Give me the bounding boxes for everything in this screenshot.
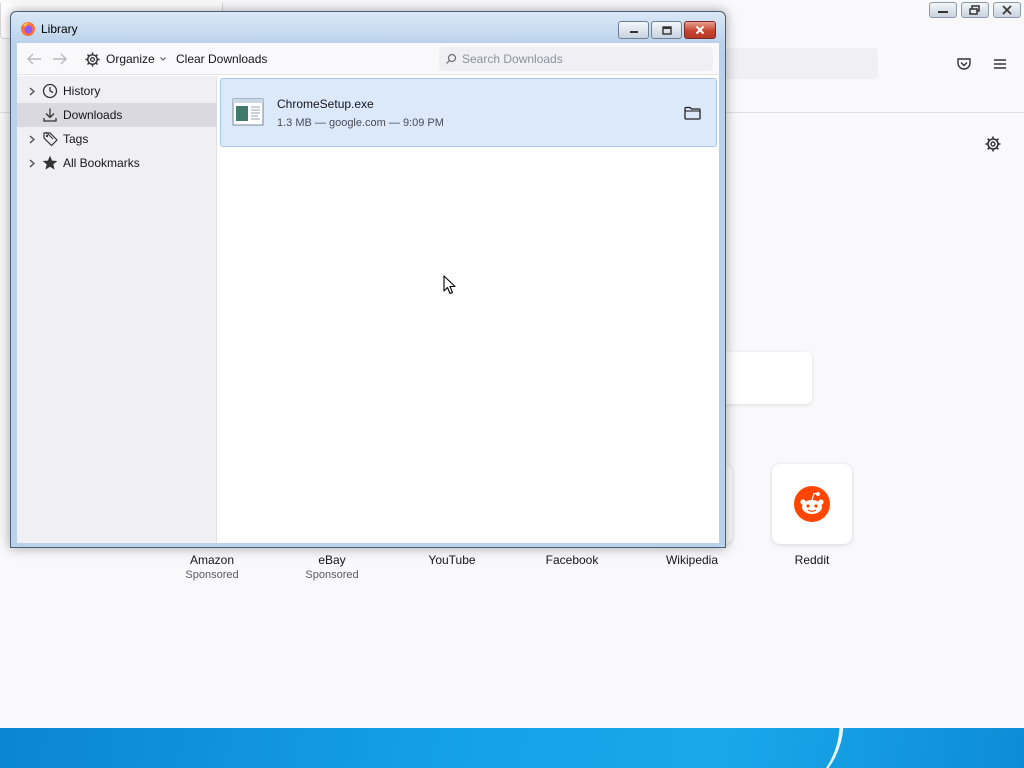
sidebar-item-label: Tags [63, 132, 89, 146]
sidebar-item-history[interactable]: History [17, 79, 217, 103]
restore-icon [969, 5, 980, 15]
top-site-label[interactable]: Amazon [152, 553, 272, 567]
library-window: Library Organize Clear Downloads Search … [10, 11, 726, 548]
close-icon [695, 25, 705, 35]
browser-caption-buttons [929, 2, 1021, 18]
library-sidebar: History Downloads Tags All Bookmarks [17, 76, 217, 543]
hamburger-menu-icon [994, 59, 1006, 69]
gear-icon [85, 51, 100, 67]
pocket-icon [957, 58, 971, 70]
library-minimize-button[interactable] [618, 21, 649, 39]
search-downloads-input[interactable] [462, 52, 702, 66]
sidebar-item-tags[interactable]: Tags [17, 127, 217, 151]
forward-button[interactable] [50, 49, 70, 69]
top-site-sponsored-label: Sponsored [185, 569, 239, 581]
minimize-icon [629, 31, 638, 33]
sidebar-item-label: History [63, 84, 101, 98]
pocket-button[interactable] [955, 55, 973, 73]
close-button[interactable] [993, 2, 1021, 18]
download-details: 1.3 MB — google.com — 9:09 PM [277, 117, 444, 129]
chevron-down-icon [159, 57, 166, 61]
reddit-icon [794, 486, 830, 522]
minimize-icon [938, 11, 948, 13]
show-in-folder-button[interactable] [681, 102, 703, 124]
maximize-icon [661, 25, 672, 35]
back-arrow-icon [27, 53, 41, 65]
top-site-label[interactable]: YouTube [392, 553, 512, 567]
mouse-cursor-icon [443, 275, 456, 295]
top-site-sponsored-label: Sponsored [305, 569, 359, 581]
star-icon [41, 154, 59, 172]
library-caption-buttons [618, 21, 716, 39]
minimize-button[interactable] [929, 2, 957, 18]
back-button[interactable] [24, 49, 44, 69]
folder-icon [683, 106, 701, 120]
close-icon [1002, 5, 1012, 15]
tag-icon [41, 130, 59, 148]
library-title: Library [41, 22, 78, 36]
library-close-button[interactable] [684, 21, 716, 39]
library-maximize-button[interactable] [651, 21, 682, 39]
sidebar-item-label: All Bookmarks [63, 156, 140, 170]
top-site-label[interactable]: Wikipedia [632, 553, 752, 567]
organize-label: Organize [106, 52, 155, 66]
library-titlebar[interactable]: Library [11, 12, 725, 42]
download-item[interactable]: ChromeSetup.exe 1.3 MB — google.com — 9:… [220, 78, 717, 147]
taskbar [0, 728, 1024, 768]
executable-file-icon [232, 98, 264, 126]
menu-button[interactable] [991, 55, 1009, 73]
download-icon [41, 106, 59, 124]
new-tab-settings-button[interactable] [983, 134, 1003, 154]
chevron-right-icon[interactable] [23, 151, 41, 175]
restore-button[interactable] [961, 2, 989, 18]
forward-arrow-icon [53, 53, 67, 65]
firefox-icon [21, 22, 35, 36]
top-site-label[interactable]: Reddit [752, 553, 872, 567]
top-site-tile-reddit[interactable] [772, 464, 852, 544]
top-site-label[interactable]: eBay [272, 553, 392, 567]
library-toolbar: Organize Clear Downloads [17, 43, 719, 75]
address-bar[interactable] [726, 48, 878, 79]
clear-downloads-label: Clear Downloads [176, 52, 268, 66]
clear-downloads-button[interactable]: Clear Downloads [176, 49, 267, 69]
wallpaper-swoosh [753, 728, 857, 768]
top-site-label[interactable]: Facebook [512, 553, 632, 567]
chevron-right-icon[interactable] [23, 79, 41, 103]
search-downloads-box[interactable] [439, 47, 713, 71]
library-client-area: Organize Clear Downloads History [17, 43, 719, 543]
sidebar-item-downloads[interactable]: Downloads [17, 103, 217, 127]
download-filename: ChromeSetup.exe [277, 97, 374, 111]
organize-button[interactable]: Organize [84, 49, 166, 69]
downloads-list: ChromeSetup.exe 1.3 MB — google.com — 9:… [218, 76, 719, 543]
sidebar-item-all-bookmarks[interactable]: All Bookmarks [17, 151, 217, 175]
chevron-right-icon[interactable] [23, 127, 41, 151]
sidebar-item-label: Downloads [63, 108, 123, 122]
gear-icon [985, 136, 1001, 152]
search-icon [446, 53, 457, 64]
clock-icon [41, 82, 59, 100]
